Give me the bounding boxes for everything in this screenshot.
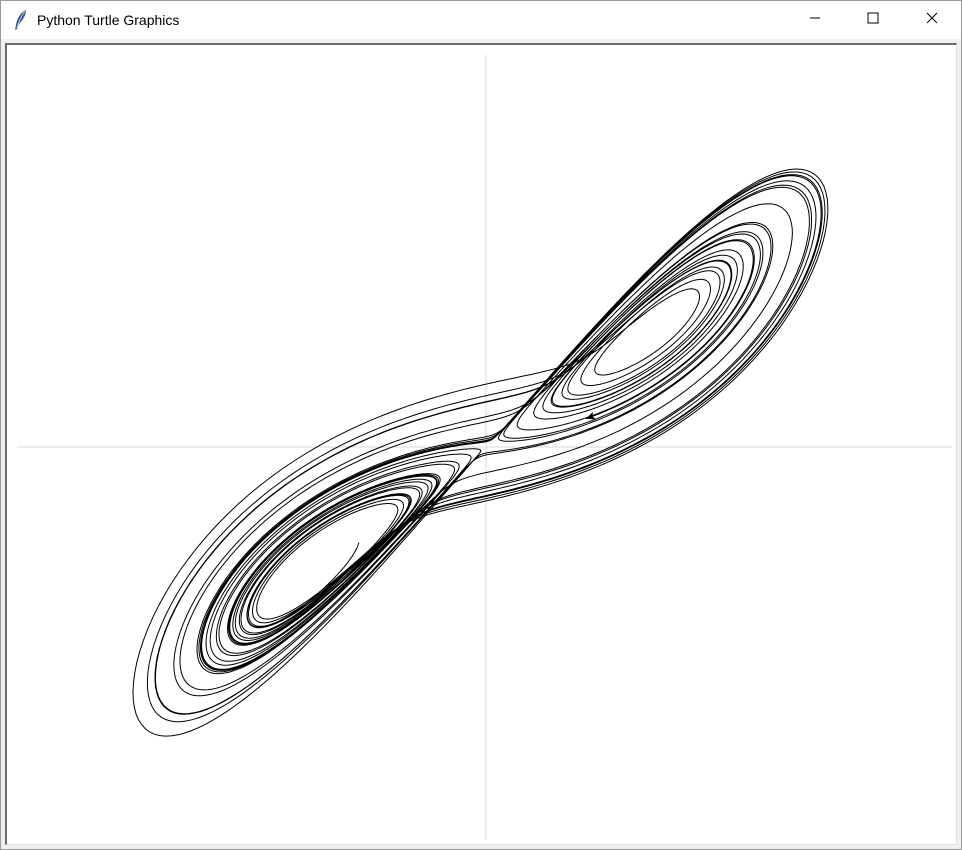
turtle-window: Python Turtle Graphics	[0, 0, 962, 850]
minimize-button[interactable]	[786, 1, 844, 39]
trajectory-segment	[132, 168, 829, 737]
minimize-icon	[809, 11, 821, 29]
window-bottom-edge	[1, 845, 961, 849]
feather-icon	[13, 9, 29, 31]
turtle-canvas[interactable]	[7, 45, 956, 844]
title-bar[interactable]: Python Turtle Graphics	[1, 1, 961, 39]
attractor-trajectory	[132, 168, 829, 737]
window-title: Python Turtle Graphics	[37, 12, 180, 28]
maximize-button[interactable]	[844, 1, 902, 39]
turtle-canvas-frame	[5, 43, 957, 845]
close-button[interactable]	[903, 1, 961, 39]
close-icon	[926, 11, 938, 29]
maximize-icon	[867, 11, 879, 29]
